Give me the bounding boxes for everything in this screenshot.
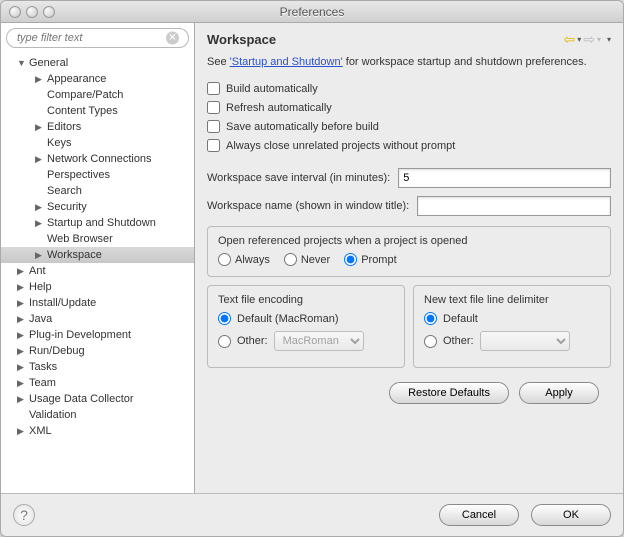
view-menu-icon[interactable]: ▾ [607,35,611,44]
refresh-automatically-checkbox[interactable] [207,101,220,114]
tree-item-perspectives[interactable]: Perspectives [1,167,194,183]
footer: ? Cancel OK [1,493,623,536]
sidebar: ✕ ▼General ▶Appearance Compare/Patch Con… [1,23,195,493]
save-interval-input[interactable] [398,168,611,188]
ok-button[interactable]: OK [531,504,611,526]
close-unrelated-checkbox[interactable] [207,139,220,152]
help-icon[interactable]: ? [13,504,35,526]
workspace-name-input[interactable] [417,196,611,216]
tree-item-network[interactable]: ▶Network Connections [1,151,194,167]
clear-filter-icon[interactable]: ✕ [166,32,179,45]
close-unrelated-label: Always close unrelated projects without … [226,140,455,152]
open-ref-never-radio[interactable] [284,253,297,266]
encoding-other-radio[interactable] [218,335,231,348]
tree-item-rundebug[interactable]: ▶Run/Debug [1,343,194,359]
tree-item-tasks[interactable]: ▶Tasks [1,359,194,375]
tree-item-workspace[interactable]: ▶Workspace [1,247,194,263]
content: ✕ ▼General ▶Appearance Compare/Patch Con… [1,23,623,493]
minimize-window-button[interactable] [26,6,38,18]
save-before-build-checkbox[interactable] [207,120,220,133]
tree-item-appearance[interactable]: ▶Appearance [1,71,194,87]
tree-item-general[interactable]: ▼General [1,55,194,71]
encoding-title: Text file encoding [218,294,394,306]
cancel-button[interactable]: Cancel [439,504,519,526]
main-panel: Workspace ⇦ ▾ ⇨ ▾ ▾ See 'Startup and Shu… [195,23,623,493]
tree-item-compare[interactable]: Compare/Patch [1,87,194,103]
titlebar: Preferences [1,1,623,23]
tree-item-validation[interactable]: Validation [1,407,194,423]
tree-item-search[interactable]: Search [1,183,194,199]
startup-shutdown-link[interactable]: 'Startup and Shutdown' [230,56,343,68]
delimiter-group: New text file line delimiter Default Oth… [413,285,611,368]
encoding-group: Text file encoding Default (MacRoman) Ot… [207,285,405,368]
delimiter-default-radio[interactable] [424,312,437,325]
tree-item-team[interactable]: ▶Team [1,375,194,391]
tree-item-editors[interactable]: ▶Editors [1,119,194,135]
build-automatically-label: Build automatically [226,83,318,95]
open-ref-always-radio[interactable] [218,253,231,266]
open-referenced-title: Open referenced projects when a project … [218,235,600,247]
page-title: Workspace [207,32,276,47]
tree-item-java[interactable]: ▶Java [1,311,194,327]
encoding-default-radio[interactable] [218,312,231,325]
encoding-other-select[interactable]: MacRoman [274,331,364,351]
restore-defaults-button[interactable]: Restore Defaults [389,382,509,404]
close-window-button[interactable] [9,6,21,18]
intro-text: See 'Startup and Shutdown' for workspace… [207,56,611,68]
forward-arrow-icon[interactable]: ⇨ [583,31,595,48]
filter-input[interactable] [6,28,189,48]
build-automatically-checkbox[interactable] [207,82,220,95]
tree-item-security[interactable]: ▶Security [1,199,194,215]
delimiter-other-radio[interactable] [424,335,437,348]
back-arrow-icon[interactable]: ⇦ [563,31,575,48]
refresh-automatically-label: Refresh automatically [226,102,332,114]
forward-menu-icon: ▾ [597,35,601,44]
open-referenced-group: Open referenced projects when a project … [207,226,611,277]
preferences-window: Preferences ✕ ▼General ▶Appearance Compa… [0,0,624,537]
tree-item-help[interactable]: ▶Help [1,279,194,295]
tree-item-content-types[interactable]: Content Types [1,103,194,119]
save-interval-label: Workspace save interval (in minutes): [207,172,390,184]
tree-item-keys[interactable]: Keys [1,135,194,151]
delimiter-title: New text file line delimiter [424,294,600,306]
open-ref-prompt-radio[interactable] [344,253,357,266]
workspace-name-label: Workspace name (shown in window title): [207,200,409,212]
tree-item-usage[interactable]: ▶Usage Data Collector [1,391,194,407]
zoom-window-button[interactable] [43,6,55,18]
preferences-tree[interactable]: ▼General ▶Appearance Compare/Patch Conte… [1,53,194,493]
tree-item-ant[interactable]: ▶Ant [1,263,194,279]
back-menu-icon[interactable]: ▾ [577,35,581,44]
tree-item-webbrowser[interactable]: Web Browser [1,231,194,247]
save-before-build-label: Save automatically before build [226,121,379,133]
delimiter-other-select[interactable] [480,331,570,351]
tree-item-startup[interactable]: ▶Startup and Shutdown [1,215,194,231]
window-title: Preferences [1,5,623,19]
apply-button[interactable]: Apply [519,382,599,404]
tree-item-install[interactable]: ▶Install/Update [1,295,194,311]
tree-item-xml[interactable]: ▶XML [1,423,194,439]
window-controls [9,6,55,18]
tree-item-plugin[interactable]: ▶Plug-in Development [1,327,194,343]
